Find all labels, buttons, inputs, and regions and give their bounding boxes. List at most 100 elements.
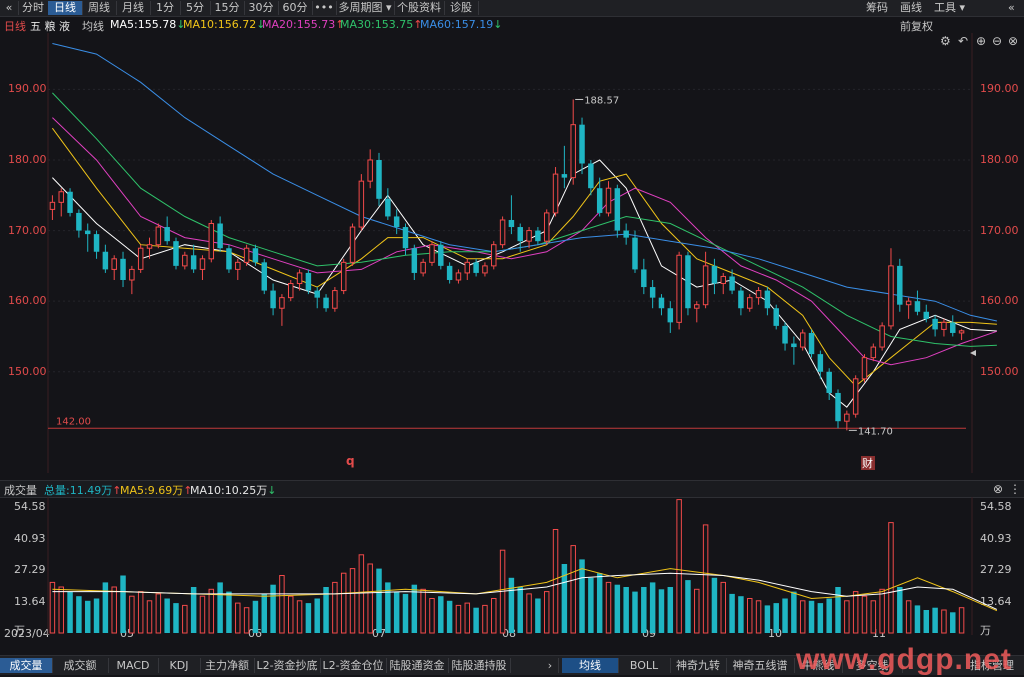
tab-2[interactable]: 周线: [82, 1, 117, 15]
volume-bar: [279, 575, 285, 634]
indicator-tab-0[interactable]: 成交量: [0, 658, 53, 673]
volume-bar: [932, 607, 938, 633]
overlay-tab-2[interactable]: 神奇九转: [670, 658, 727, 673]
volume-bar: [358, 554, 365, 634]
candle: [429, 241, 435, 266]
collapse-icon[interactable]: «: [1008, 1, 1015, 15]
candle: [279, 294, 285, 326]
candle-body: [332, 290, 338, 309]
volume-bar: [393, 591, 400, 633]
candlestick-chart[interactable]: 142.00 188.57 141.70 q 财: [0, 33, 1024, 480]
tab-8[interactable]: 60分: [278, 1, 313, 15]
candle: [102, 244, 109, 273]
tab-7[interactable]: 30分: [244, 1, 279, 15]
indicator-tab-2[interactable]: MACD: [108, 658, 159, 673]
candle: [323, 294, 329, 312]
overlay-tab-0[interactable]: 均线: [562, 658, 619, 673]
candle-body: [137, 247, 144, 270]
candle-body: [49, 201, 56, 210]
volume-bar: [526, 593, 532, 634]
event-marker-cai[interactable]: 财: [862, 456, 873, 470]
volume-title: 成交量: [4, 484, 37, 497]
watermark: www.gdgp.net: [796, 643, 1012, 676]
candle: [950, 315, 956, 337]
close-icon[interactable]: ⊗: [993, 482, 1003, 496]
indicator-tab-4[interactable]: 主力净额: [200, 658, 255, 673]
candle-body: [773, 308, 779, 326]
candle: [164, 216, 170, 245]
candle: [499, 216, 506, 249]
more-icon[interactable]: ⋮: [1009, 482, 1021, 496]
tab-11[interactable]: 个股资料: [394, 1, 445, 15]
candle-body: [84, 230, 91, 235]
volume-bar: [296, 600, 303, 634]
candle-body: [376, 159, 382, 199]
volume-bar: [376, 568, 382, 633]
volume-bar: [420, 588, 426, 634]
candle: [305, 269, 312, 295]
candle: [870, 343, 877, 362]
candle-body: [173, 241, 179, 266]
tab-3[interactable]: 月线: [116, 1, 151, 15]
overlay-tab-3[interactable]: 神奇五线谱: [726, 658, 795, 673]
volume-bar: [226, 591, 232, 633]
tab-0[interactable]: 分时: [18, 1, 49, 15]
draw-line-button[interactable]: 画线: [900, 1, 922, 15]
candle-body: [888, 265, 894, 327]
candle: [243, 244, 250, 266]
double-chevron-left-icon[interactable]: «: [0, 1, 19, 15]
low-label: 141.70: [858, 426, 893, 437]
volume-bar: [243, 607, 250, 634]
candle: [835, 389, 841, 429]
candle: [773, 304, 779, 330]
tab-10[interactable]: 多周期图 ▾: [336, 1, 395, 15]
avg-line-label[interactable]: 均线: [82, 18, 104, 34]
adjust-mode[interactable]: 前复权: [900, 18, 933, 34]
tab-5[interactable]: 5分: [180, 1, 211, 15]
candle-body: [164, 227, 170, 242]
volume-bar: [208, 588, 215, 634]
ma-value: MA60:157.19: [420, 18, 494, 31]
tools-menu[interactable]: 工具 ▾: [934, 1, 965, 15]
candle-body: [243, 247, 250, 263]
volume-bar: [473, 607, 479, 633]
candle: [782, 322, 788, 351]
candle: [888, 248, 894, 330]
candle-body: [667, 308, 674, 323]
candle: [711, 258, 718, 295]
candle-body: [58, 191, 64, 203]
indicator-tab-8[interactable]: 陆股通持股: [448, 658, 511, 673]
candle-body: [958, 330, 965, 334]
event-marker-q[interactable]: q: [346, 454, 355, 468]
volume-chart[interactable]: [0, 497, 1024, 637]
tab-1[interactable]: 日线: [48, 1, 83, 15]
candle-body: [67, 191, 73, 213]
volume-bar: [623, 587, 629, 633]
volume-bar: [84, 600, 91, 633]
candle-body: [552, 173, 559, 214]
volume-bar: [702, 524, 709, 634]
indicator-tab-1[interactable]: 成交额: [52, 658, 109, 673]
indicator-tab-3[interactable]: KDJ: [158, 658, 201, 673]
volume-bar: [605, 581, 612, 634]
volume-bar: [199, 595, 206, 634]
candle-body: [932, 318, 938, 330]
volume-bar: [552, 529, 559, 634]
candle-body: [129, 268, 135, 281]
chevron-right-icon[interactable]: ›: [542, 658, 559, 673]
candle-body: [76, 212, 82, 231]
indicator-tab-7[interactable]: 陆股通资金: [386, 658, 449, 673]
candle: [438, 241, 444, 270]
candle: [817, 350, 824, 379]
tab-4[interactable]: 1分: [150, 1, 181, 15]
tab-12[interactable]: 诊股: [444, 1, 479, 15]
indicator-tab-6[interactable]: L2-资金仓位: [320, 658, 387, 673]
volume-bar: [755, 600, 762, 634]
chip-button[interactable]: 筹码: [866, 1, 888, 15]
overlay-tab-1[interactable]: BOLL: [618, 658, 671, 673]
tab-9[interactable]: •••: [312, 1, 337, 15]
indicator-tab-5[interactable]: L2-资金抄底: [254, 658, 321, 673]
volume-total: 总量:11.49万↑: [44, 484, 122, 497]
tab-6[interactable]: 15分: [210, 1, 245, 15]
candle-body: [694, 304, 700, 309]
